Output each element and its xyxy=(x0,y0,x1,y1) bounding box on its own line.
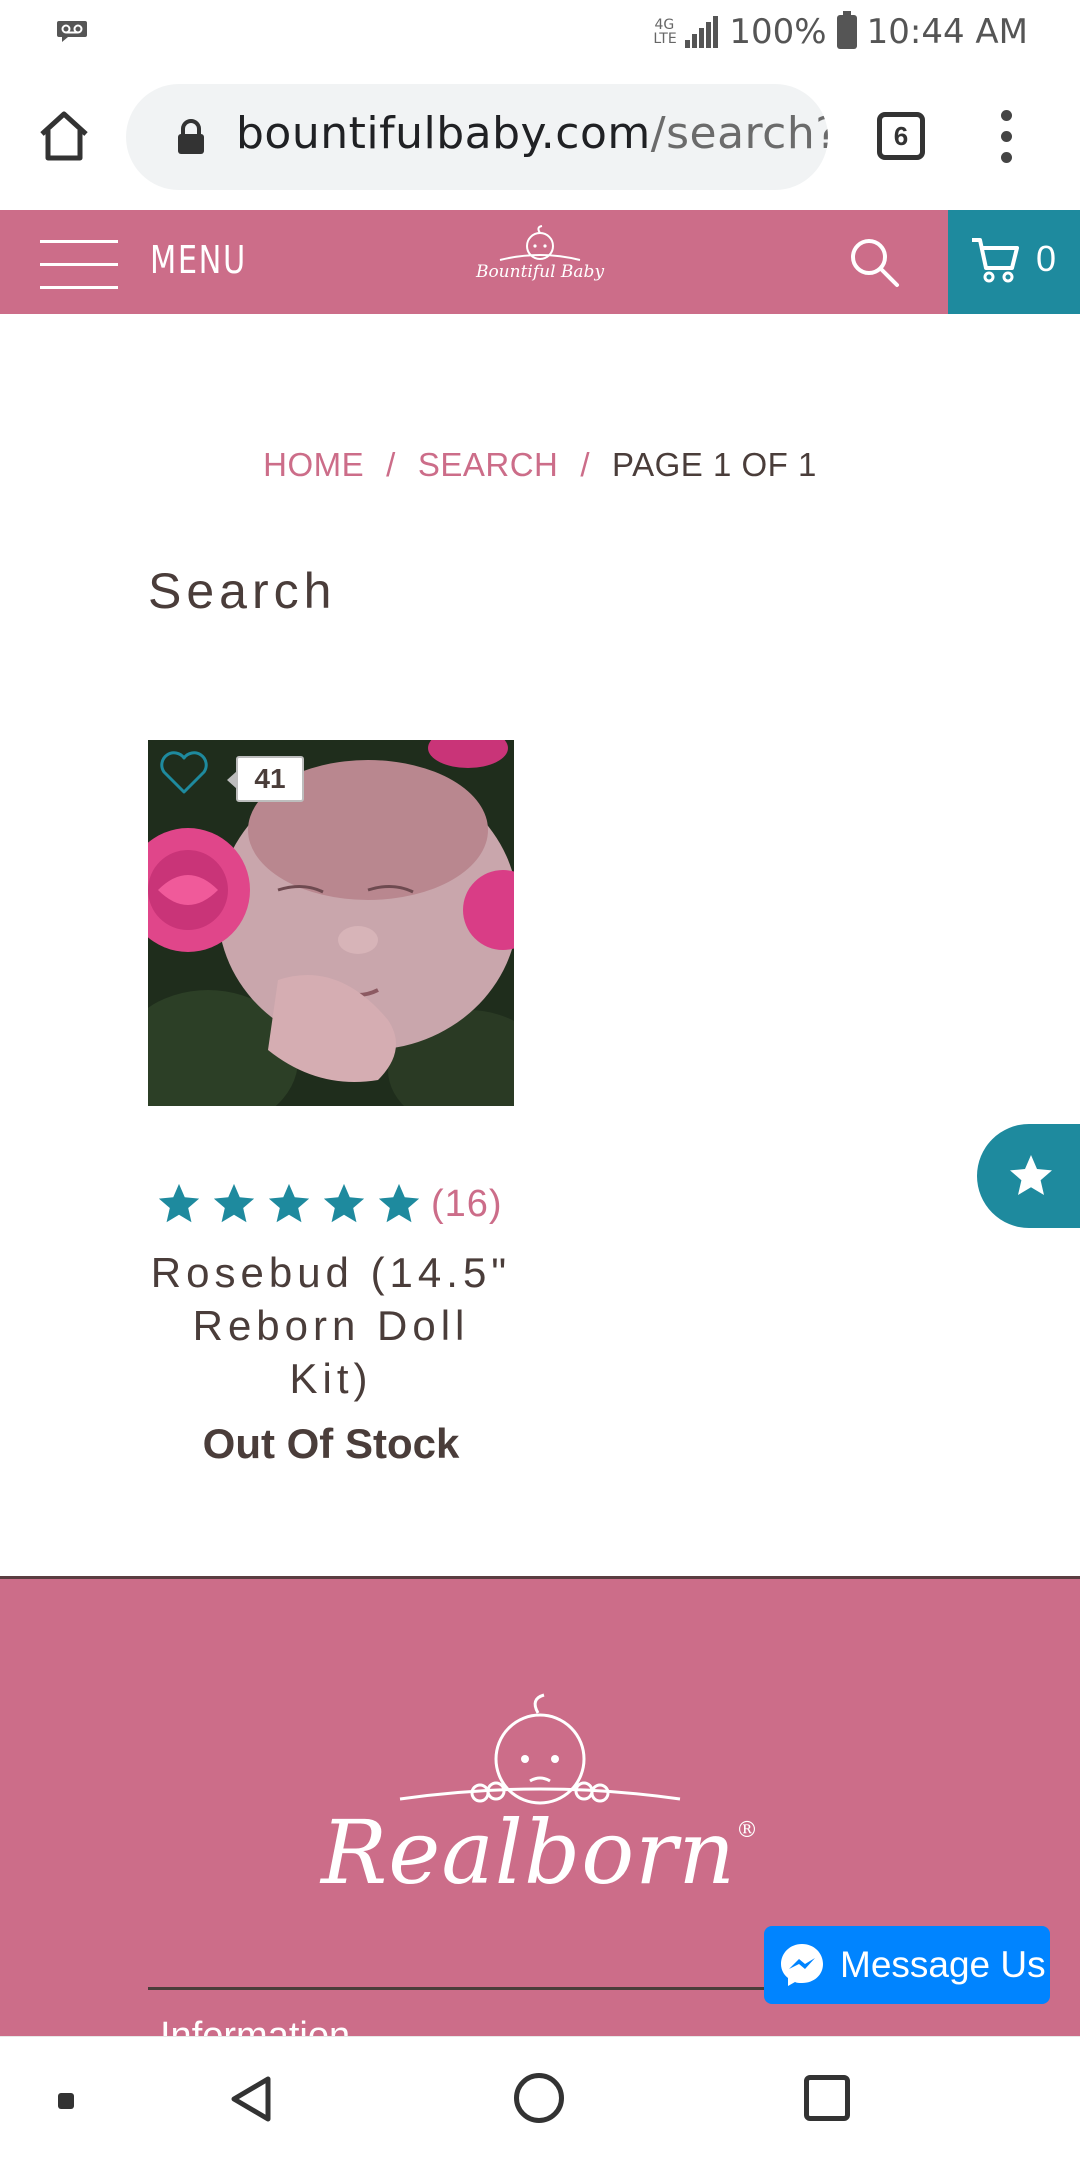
wishlist-heart-icon[interactable] xyxy=(158,748,210,796)
url-path: /search?t xyxy=(650,108,828,159)
reviews-widget-button[interactable] xyxy=(977,1124,1080,1228)
battery-percent: 100% xyxy=(729,12,827,52)
hamburger-menu-icon[interactable] xyxy=(40,240,118,290)
signal-icon xyxy=(685,16,719,48)
review-count[interactable]: (16) xyxy=(431,1183,503,1226)
site-header: MENU Bountiful Baby 0 xyxy=(0,210,1080,314)
cart-icon xyxy=(972,238,1019,283)
network-type-label: 4G LTE xyxy=(653,17,677,47)
nav-indicator-icon xyxy=(58,2093,74,2109)
site-logo-text: Bountiful Baby xyxy=(475,262,605,282)
url-text[interactable]: bountifulbaby.com/search?t xyxy=(236,108,828,159)
browser-toolbar: bountifulbaby.com/search?t 6 xyxy=(0,64,1080,210)
stock-status: Out Of Stock xyxy=(202,1420,460,1467)
address-bar[interactable]: bountifulbaby.com/search?t xyxy=(126,84,828,190)
status-bar: 4G LTE 100% 10:44 AM xyxy=(0,0,1080,64)
star-icon xyxy=(323,1183,365,1223)
breadcrumb-search-link[interactable]: SEARCH xyxy=(418,446,559,483)
browser-home-icon[interactable] xyxy=(36,108,92,164)
clock: 10:44 AM xyxy=(866,12,1028,52)
product-rating[interactable]: (16) xyxy=(156,1176,503,1232)
breadcrumb-separator: / xyxy=(386,446,396,483)
star-icon xyxy=(378,1183,420,1223)
footer-logo-text[interactable]: Realborn® xyxy=(0,1801,1080,1904)
product-name[interactable]: Rosebud (14.5" Reborn Doll Kit) xyxy=(148,1246,514,1405)
breadcrumb-home-link[interactable]: HOME xyxy=(263,446,364,483)
messenger-icon xyxy=(781,1944,823,1986)
wishlist-count: 41 xyxy=(227,756,304,802)
star-icon xyxy=(158,1183,200,1223)
cart-button[interactable]: 0 xyxy=(948,210,1080,314)
registered-mark: ® xyxy=(736,1818,759,1843)
star-icon xyxy=(213,1183,255,1223)
tab-switcher-button[interactable]: 6 xyxy=(877,112,925,160)
url-domain: bountifulbaby.com xyxy=(236,108,651,159)
star-icon xyxy=(1010,1155,1052,1195)
voicemail-icon xyxy=(57,21,87,42)
home-icon[interactable] xyxy=(514,2073,564,2123)
breadcrumb-separator: / xyxy=(580,446,591,483)
breadcrumb-current: PAGE 1 OF 1 xyxy=(612,446,817,483)
search-icon[interactable] xyxy=(848,236,900,288)
menu-label[interactable]: MENU xyxy=(150,238,247,282)
browser-menu-icon[interactable] xyxy=(996,110,1016,166)
footer-logo-word: Realborn xyxy=(321,1801,736,1904)
recent-apps-icon[interactable] xyxy=(804,2075,850,2121)
message-us-label: Message Us xyxy=(840,1944,1046,1985)
page-title: Search xyxy=(148,563,337,619)
cart-count: 0 xyxy=(1036,238,1057,279)
battery-icon xyxy=(836,11,857,49)
lock-icon xyxy=(178,119,204,154)
message-us-button[interactable]: Message Us xyxy=(764,1926,1050,2004)
breadcrumb: HOME / SEARCH / PAGE 1 OF 1 xyxy=(0,446,1080,484)
system-nav-bar xyxy=(0,2036,1080,2160)
back-icon[interactable] xyxy=(226,2073,276,2125)
star-icon xyxy=(268,1183,310,1223)
